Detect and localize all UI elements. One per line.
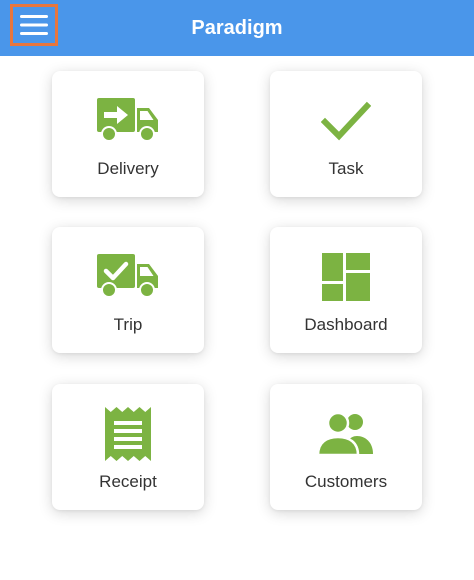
app-header: Paradigm	[0, 0, 474, 56]
tile-trip-label: Trip	[113, 315, 143, 334]
tile-trip[interactable]: Trip	[52, 227, 204, 353]
truck-check-icon	[97, 254, 158, 298]
tile-delivery[interactable]: Delivery	[52, 71, 204, 197]
tile-customers-label: Customers	[304, 472, 388, 491]
delivery-truck-arrow-icon	[97, 98, 158, 142]
tile-task[interactable]: Task	[270, 71, 422, 197]
tile-receipt[interactable]: Receipt	[52, 384, 204, 510]
menu-button[interactable]	[10, 4, 58, 46]
hamburger-menu-icon	[20, 15, 48, 35]
people-group-icon	[317, 412, 373, 456]
receipt-icon	[105, 407, 151, 461]
tile-receipt-label: Receipt	[99, 472, 157, 491]
page-title: Paradigm	[191, 17, 283, 39]
tile-customers[interactable]: Customers	[270, 384, 422, 510]
tile-delivery-label: Delivery	[97, 159, 159, 178]
tile-task-label: Task	[328, 159, 364, 178]
tile-dashboard[interactable]: Dashboard	[270, 227, 422, 353]
dashboard-grid-icon	[322, 253, 370, 301]
tile-dashboard-label: Dashboard	[304, 315, 388, 334]
checkmark-icon	[321, 101, 371, 141]
